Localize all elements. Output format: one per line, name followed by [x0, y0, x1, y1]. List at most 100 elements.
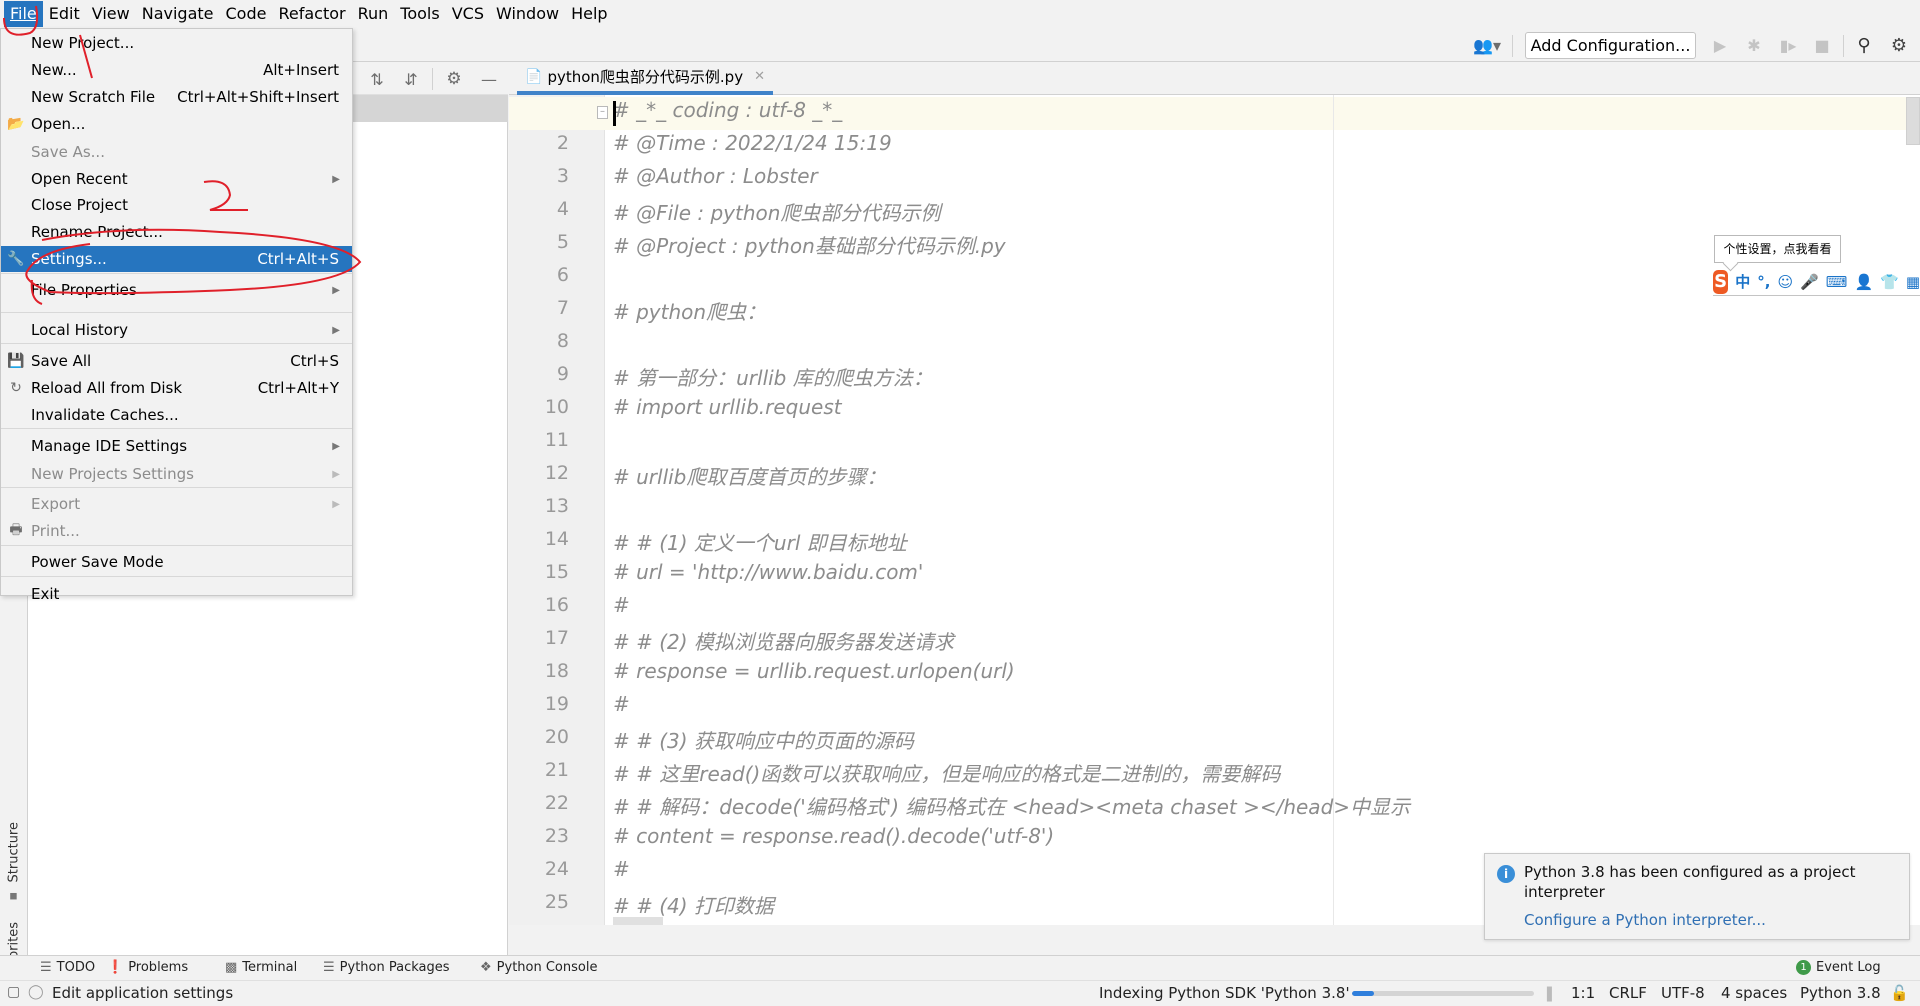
code-line[interactable]: # @Time : 2022/1/24 15:19	[613, 131, 892, 155]
menu-code[interactable]: Code	[220, 1, 273, 27]
code-line[interactable]: # # 这里read()函数可以获取响应，但是响应的格式是二进制的，需要解码	[613, 758, 1280, 787]
code-editor[interactable]: 1234567891011121314151617181920212223242…	[509, 95, 1920, 925]
file-menu-item-settings[interactable]: 🔧 Settings... Ctrl+Alt+S	[1, 246, 352, 272]
tab-python-file[interactable]: 📄 python爬虫部分代码示例.py ✕	[517, 62, 773, 95]
keyboard-icon[interactable]: ⌨	[1826, 273, 1848, 291]
menu-edit[interactable]: Edit	[43, 1, 86, 27]
code-line[interactable]: # # (2) 模拟浏览器向服务器发送请求	[613, 626, 954, 655]
file-menu-item-manage-ide-settings[interactable]: Manage IDE Settings ▶	[1, 433, 352, 459]
file-menu-item-reload-all-from-disk[interactable]: ↻ Reload All from Disk Ctrl+Alt+Y	[1, 375, 352, 401]
expand-all-icon[interactable]: ⇅	[366, 68, 388, 90]
file-menu-item-close-project[interactable]: Close Project	[1, 192, 352, 218]
code-line[interactable]: # url = 'http://www.baidu.com'	[613, 560, 923, 584]
file-menu-item-local-history[interactable]: Local History ▶	[1, 317, 352, 343]
close-icon[interactable]: ✕	[754, 69, 765, 84]
menu-tools[interactable]: Tools	[394, 1, 445, 27]
debug-icon[interactable]: ✱	[1743, 34, 1765, 56]
menu-window[interactable]: Window	[490, 1, 565, 27]
menu-vcs[interactable]: VCS	[446, 1, 490, 27]
file-menu-item-invalidate-caches[interactable]: Invalidate Caches...	[1, 402, 352, 428]
indexing-status[interactable]: Indexing Python SDK 'Python 3.8'	[1099, 984, 1350, 1002]
code-line[interactable]: # _*_ coding : utf-8 _*_	[613, 98, 842, 122]
search-icon[interactable]: ⚲	[1853, 34, 1875, 56]
code-line[interactable]: # content = response.read().decode('utf-…	[613, 824, 1054, 848]
python-packages-tab[interactable]: ☰ Python Packages	[323, 960, 450, 975]
python-console-tab[interactable]: ❖ Python Console	[480, 960, 597, 975]
run-icon[interactable]: ▶	[1709, 34, 1731, 56]
menu-view[interactable]: View	[86, 1, 136, 27]
terminal-tab[interactable]: ▩ Terminal	[225, 960, 297, 975]
microphone-icon[interactable]: 🎤	[1800, 273, 1819, 291]
gear-icon[interactable]: ⚙	[443, 68, 465, 90]
code-line[interactable]: # python爬虫：	[613, 296, 766, 325]
pause-icon[interactable]: ❚	[1543, 984, 1556, 1002]
submenu-arrow-icon: ▶	[332, 440, 340, 452]
menu-item-label: Reload All from Disk	[31, 379, 183, 397]
horizontal-scrollbar[interactable]	[613, 917, 663, 925]
sogou-logo-icon[interactable]: S	[1713, 269, 1729, 294]
code-line[interactable]: # @Author : Lobster	[613, 164, 818, 188]
line-separator[interactable]: CRLF	[1609, 984, 1647, 1002]
ime-mode-toggle[interactable]: 中	[1735, 271, 1750, 292]
coverage-icon[interactable]: ▮▸	[1777, 34, 1799, 56]
file-menu-item-new-scratch-file[interactable]: New Scratch File Ctrl+Alt+Shift+Insert	[1, 84, 352, 110]
python-interpreter[interactable]: Python 3.8	[1800, 984, 1881, 1002]
file-menu-item-open-recent[interactable]: Open Recent ▶	[1, 166, 352, 192]
menu-run[interactable]: Run	[352, 1, 395, 27]
todo-label: TODO	[56, 960, 96, 975]
caret-position[interactable]: 1:1	[1571, 984, 1595, 1002]
add-configuration-button[interactable]: Add Configuration...	[1525, 32, 1696, 59]
file-menu-item-new[interactable]: New... Alt+Insert	[1, 57, 352, 83]
ime-punctuation-toggle[interactable]: °,	[1757, 273, 1770, 291]
menu-file[interactable]: File	[4, 1, 43, 27]
code-line[interactable]: # # (1) 定义一个url 即目标地址	[613, 527, 907, 556]
code-line[interactable]: #	[613, 593, 630, 617]
toggle-tool-windows-icon[interactable]: ▢	[7, 984, 20, 1000]
code-line[interactable]: # urllib爬取百度首页的步骤：	[613, 461, 886, 490]
user-status-icon[interactable]: 👤	[1854, 273, 1873, 291]
code-line[interactable]: # response = urllib.request.urlopen(url)	[613, 659, 1015, 683]
menu-help[interactable]: Help	[565, 1, 613, 27]
problems-tab[interactable]: ❗ Problems	[107, 960, 188, 975]
code-line[interactable]: # # 解码：decode('编码格式') 编码格式在 <head><meta …	[613, 791, 1410, 820]
toolbox-grid-icon[interactable]: ▦	[1906, 273, 1920, 291]
menu-refactor[interactable]: Refactor	[272, 1, 351, 27]
structure-tab[interactable]: ▪ Structure	[2, 822, 26, 903]
code-line[interactable]: # # (4) 打印数据	[613, 890, 774, 919]
code-line[interactable]: # import urllib.request	[613, 395, 842, 419]
settings-icon[interactable]: ⚙	[1888, 34, 1910, 56]
code-line[interactable]: # 第一部分：urllib 库的爬虫方法：	[613, 362, 933, 391]
file-menu-item-new-project[interactable]: New Project...	[1, 30, 352, 56]
code-line[interactable]: #	[613, 857, 630, 881]
code-line[interactable]: # # (3) 获取响应中的页面的源码	[613, 725, 914, 754]
fold-icon[interactable]: –	[597, 106, 608, 119]
panel-separator	[432, 68, 433, 90]
menu-separator	[1, 428, 352, 429]
file-menu-item-power-save-mode[interactable]: Power Save Mode	[1, 549, 352, 575]
event-log-tab[interactable]: 1 Event Log	[1796, 960, 1881, 975]
minimize-icon[interactable]: —	[478, 68, 500, 90]
code-line[interactable]: #	[613, 692, 630, 716]
user-icon[interactable]: 👥▾	[1470, 34, 1504, 56]
submenu-arrow-icon: ▶	[332, 468, 340, 480]
file-menu-item-file-properties[interactable]: File Properties ▶	[1, 277, 352, 303]
configure-interpreter-link[interactable]: Configure a Python interpreter...	[1524, 911, 1766, 929]
scrollbar[interactable]	[1906, 97, 1920, 145]
stop-icon[interactable]: ■	[1811, 34, 1833, 56]
menu-navigate[interactable]: Navigate	[136, 1, 220, 27]
code-line[interactable]: # @File : python爬虫部分代码示例	[613, 197, 940, 226]
skin-icon[interactable]: 👕	[1880, 273, 1899, 291]
menu-item-label: Invalidate Caches...	[31, 406, 179, 424]
file-menu-item-rename-project[interactable]: Rename Project...	[1, 219, 352, 245]
emoji-icon[interactable]: ☺	[1777, 273, 1793, 291]
menu-item-label: Manage IDE Settings	[31, 437, 188, 455]
file-menu-item-save-all[interactable]: 💾 Save All Ctrl+S	[1, 348, 352, 374]
todo-tab[interactable]: ☰ TODO	[40, 960, 95, 975]
code-line[interactable]: # @Project : python基础部分代码示例.py	[613, 230, 1006, 259]
file-encoding[interactable]: UTF-8	[1661, 984, 1705, 1002]
indent-setting[interactable]: 4 spaces	[1721, 984, 1787, 1002]
file-menu-item-open[interactable]: 📂 Open...	[1, 111, 352, 137]
collapse-all-icon[interactable]: ⇵	[400, 68, 422, 90]
lock-icon[interactable]: 🔓	[1890, 984, 1909, 1002]
file-menu-item-exit[interactable]: Exit	[1, 581, 352, 607]
